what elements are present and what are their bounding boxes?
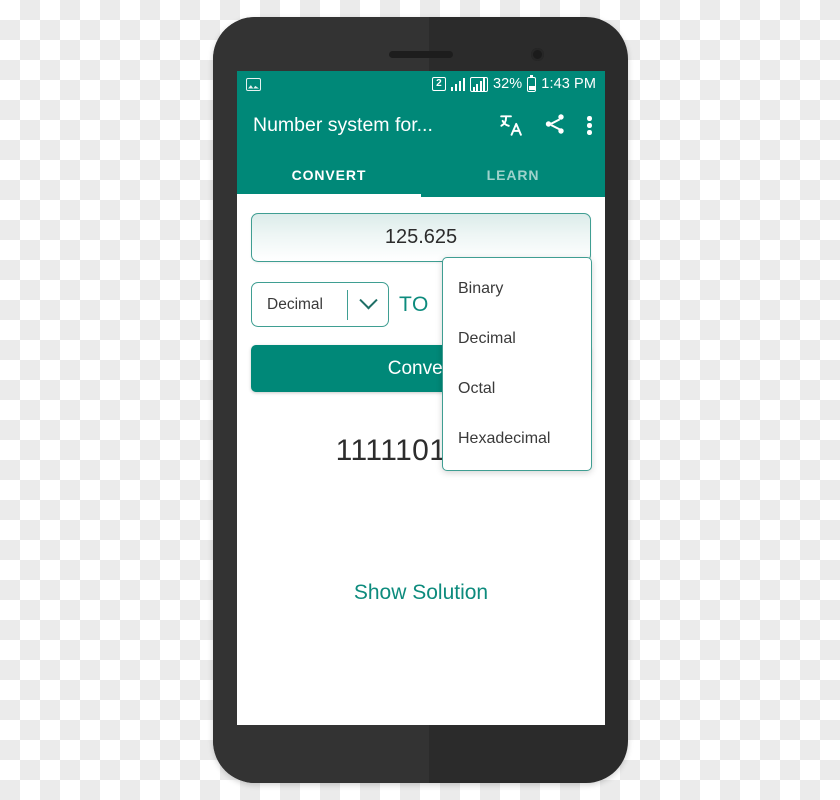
app-bar-actions [499,112,592,138]
front-camera-icon [531,48,544,61]
sim-badge: 2 [431,77,446,91]
tab-bar: CONVERT LEARN [237,153,605,197]
status-bar-left [246,77,261,91]
signal-bars-boxed-icon [470,76,488,92]
signal-bars-icon [450,77,466,91]
dropdown-option-octal[interactable]: Octal [443,364,591,414]
number-input[interactable] [251,213,591,262]
share-icon[interactable] [543,112,569,138]
photo-icon [246,77,261,91]
status-bar-right: 2 32% 1:43 PM [431,74,596,92]
clock-label: 1:43 PM [541,76,596,92]
dropdown-option-binary[interactable]: Binary [443,264,591,314]
to-label: TO [399,292,429,316]
show-solution-link[interactable]: Show Solution [237,581,605,605]
overflow-menu-icon[interactable] [587,112,592,138]
chevron-down-icon [348,291,388,311]
earpiece-speaker-icon [388,51,453,58]
page-title: Number system for... [253,113,433,136]
tab-convert[interactable]: CONVERT [237,153,421,197]
to-base-dropdown-menu[interactable]: Binary Decimal Octal Hexadecimal [442,257,592,471]
battery-percent-label: 32% [492,76,523,92]
status-bar: 2 32% 1:43 PM [237,71,605,97]
app-bar: Number system for... [237,97,605,153]
from-base-spinner[interactable]: Decimal [251,282,389,327]
phone-device: 2 32% 1:43 PM Number system for... CONVE… [213,17,628,783]
dropdown-option-decimal[interactable]: Decimal [443,314,591,364]
convert-panel: /* placeholder hook handled below */ Dec… [237,197,605,725]
tab-learn[interactable]: LEARN [421,153,605,197]
dropdown-option-hexadecimal[interactable]: Hexadecimal [443,414,591,464]
from-base-label: Decimal [267,295,323,313]
phone-screen: 2 32% 1:43 PM Number system for... CONVE… [237,71,605,725]
battery-icon [527,74,537,92]
translate-icon[interactable] [499,112,525,138]
